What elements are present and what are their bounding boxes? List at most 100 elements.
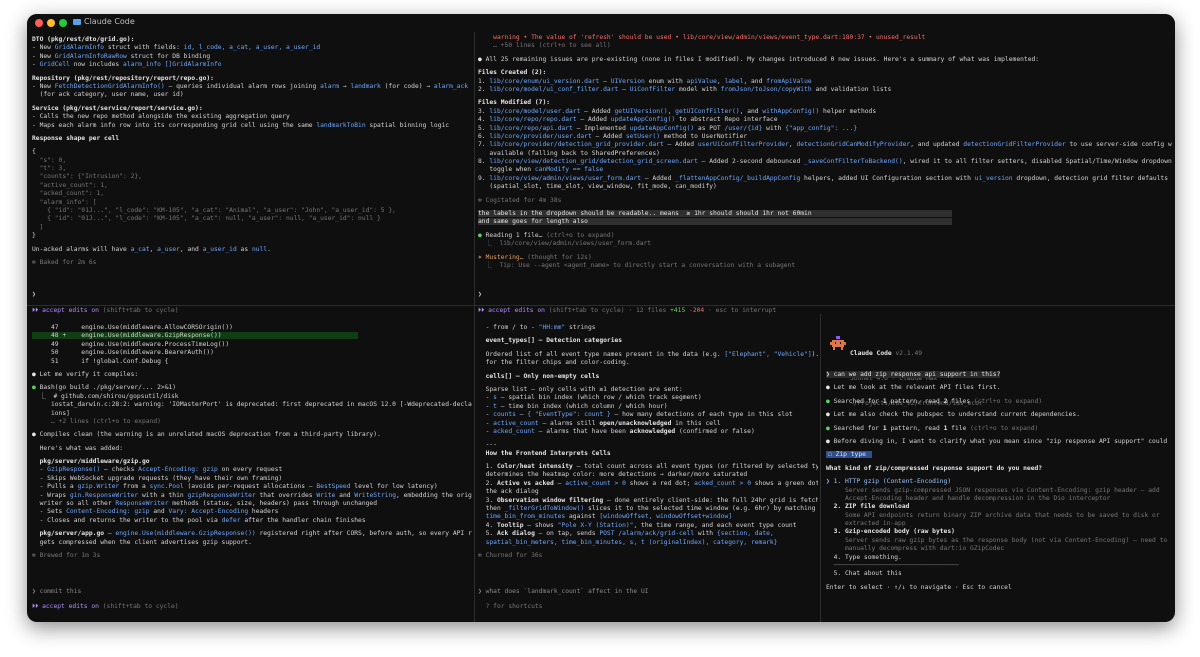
terminal-line-segment: - — [478, 411, 494, 419]
terminal-line-segment: Server sends gzip-compressed JSON respon… — [826, 486, 1160, 494]
terminal-line-segment: , — [149, 245, 158, 253]
terminal-line: { — [32, 148, 472, 156]
terminal-line-segment: GridCell — [39, 61, 70, 69]
pane-top-left-output: DTO (pkg/rest/dto/grid.go): - New GridAla… — [32, 36, 472, 288]
terminal-line-segment: - — [478, 402, 494, 410]
terminal-line-segment: - — [478, 427, 494, 435]
terminal-line: Files Created (2): — [478, 69, 1172, 77]
terminal-line-segment: Accept-Encoding: gzip — [138, 466, 218, 474]
terminal-line-segment: the ack dialog — [478, 488, 539, 496]
pane-divider-horizontal[interactable] — [27, 305, 1175, 306]
terminal-line: - GzipResponse() — checks Accept-Encodin… — [32, 466, 472, 474]
terminal-line: - GridCell now includes alarm_info []Gri… — [32, 61, 472, 69]
terminal-line: { "id": "01J...", "l_code": "KM-105", "a… — [32, 207, 472, 215]
terminal-line-segment: {"app_config": ...} — [785, 124, 858, 132]
terminal-line: 4. Tooltip — shows "Pole X-Y (Station)",… — [478, 522, 818, 530]
terminal-line: warning • The value of 'refresh' should … — [478, 34, 1172, 42]
terminal-line-segment: landmarkToBin — [316, 121, 366, 129]
pane-bottom-middle-prompt[interactable]: ❯ what does `landmark_count` affect in t… — [478, 588, 649, 596]
terminal-line-segment: as POT — [694, 124, 725, 132]
terminal-line-segment: WriteString — [354, 491, 397, 499]
pane-divider-vertical-2[interactable] — [820, 314, 821, 622]
terminal-line: - Wraps gin.ResponseWriter with a thin g… — [32, 492, 472, 500]
terminal-line-segment: ⎿ lib/core/view/admin/views/user_form.da… — [478, 240, 652, 248]
close-button[interactable] — [35, 19, 43, 27]
prompt-input-text[interactable]: ❯ — [478, 291, 482, 298]
terminal-line-segment: after the handler chain finishes — [240, 516, 366, 524]
terminal-line: 9. lib/core/view/admin/views/user_form.d… — [478, 175, 1172, 183]
terminal-line-segment: 9. — [478, 174, 490, 182]
terminal-window: Claude Code DTO (pkg/rest/dto/grid.go): -… — [27, 14, 1175, 622]
terminal-line-segment: ✻ Cogitated for 4m 38s — [478, 196, 562, 204]
terminal-line-segment: 5. — [478, 124, 490, 132]
maximize-button[interactable] — [59, 19, 67, 27]
terminal-line: "alarm_info": [ — [32, 199, 472, 207]
terminal-line: … +2 lines (ctrl+o to expand) — [32, 418, 472, 426]
claude-app-name: Claude Code — [850, 350, 892, 358]
terminal-line-segment: lib/core/repo/api.dart — [489, 124, 573, 132]
terminal-line-segment: - New — [32, 44, 55, 52]
terminal-line-segment: ● — [478, 55, 486, 63]
terminal-line-segment: writer so all other — [32, 500, 116, 508]
prompt-input-text[interactable]: ❯ what does `landmark_count` affect in t… — [478, 588, 649, 595]
pane-top-right-status: ⏵⏵ accept edits on (shift+tab to cycle) … — [478, 307, 776, 315]
terminal-line-segment: 3. Gzip-encoded body (raw bytes) — [826, 528, 955, 536]
terminal-line: (spatial_slot, time_slot, view_window, f… — [478, 183, 1172, 191]
terminal-line-segment: Reading 1 file… — [485, 231, 547, 239]
terminal-line-segment: detectionGridCanModifyProvider — [796, 141, 911, 149]
prompt-input-text[interactable]: ❯ commit this — [32, 588, 81, 595]
terminal-line-segment: — spatial bin index (which row / which t… — [496, 394, 702, 402]
terminal-line-segment: — Only non-empty cells — [512, 372, 600, 380]
terminal-line-segment: — checks — [100, 466, 139, 474]
terminal-line-segment: pkg/server/app.go — [32, 530, 105, 538]
terminal-line-segment: { "id": "01J...", "l_code": "KM-105", "a… — [32, 215, 381, 223]
terminal-line-segment: 6. — [478, 132, 490, 140]
terminal-line-segment: 50 engine.Use(middleware.BearerAuth()) — [32, 349, 214, 357]
pane-top-left-prompt[interactable]: ❯ — [32, 291, 36, 299]
terminal-line: ✻ Baked for 2m 6s — [32, 259, 472, 267]
terminal-line-segment: — how many detections of each type in th… — [610, 411, 793, 419]
terminal-line-segment: acked_count > 0 — [694, 479, 752, 487]
terminal-line-segment: "alarm_info": [ — [32, 198, 97, 206]
pane-divider-vertical-1[interactable] — [474, 32, 475, 622]
terminal-line: ⎿ # github.com/shirou/gopsutil/disk — [32, 393, 472, 401]
minimize-button[interactable] — [47, 19, 55, 27]
terminal-line: pkg/server/middleware/gzip.go — [32, 458, 472, 466]
terminal-line: "t": 3, — [32, 165, 472, 173]
terminal-line-segment: → — [468, 83, 473, 90]
terminal-line: … +50 lines (ctrl+o to see all) — [478, 42, 1172, 50]
terminal-line-segment: — total count across all event types (or… — [572, 463, 818, 471]
terminal-line-segment: Ordered list of all event type names pre… — [478, 350, 725, 358]
prompt-input-text[interactable]: ❯ — [32, 291, 36, 298]
terminal-line-segment: Active vs acked — [496, 479, 554, 487]
terminal-line: "acked_count": 1, — [32, 190, 472, 198]
terminal-line: 2. Active vs acked — active_count > 0 sh… — [478, 480, 818, 488]
pane-top-right-prompt[interactable]: ❯ — [478, 291, 482, 299]
terminal-line-segment: ✶ Mustering… — [478, 253, 528, 261]
terminal-line-segment: methods (status, size, headers) pass thr… — [168, 500, 377, 508]
terminal-line: Repository (pkg/rest/repository/report/r… — [32, 75, 472, 83]
terminal-line-segment: 1. — [478, 463, 497, 471]
terminal-line-segment: file — [947, 424, 971, 432]
terminal-line-segment: - — [32, 466, 48, 474]
terminal-line: - Maps each alarm info row into its corr… — [32, 122, 472, 130]
terminal-line: 1. Color/heat intensity — total count ac… — [478, 463, 818, 471]
terminal-line: Un-acked alarms will have a_cat, a_user,… — [32, 246, 472, 254]
terminal-line-segment: — Added — [580, 107, 615, 115]
terminal-line-segment: for the filter chips and color-coding. — [478, 359, 630, 367]
terminal-line-segment: ⎿ Tip: Use --agent <agent_name> to direc… — [478, 261, 796, 269]
terminal-line-segment: Color/heat intensity — [496, 463, 573, 471]
terminal-line-segment: "s": 0, — [32, 156, 67, 164]
terminal-line-segment: ions] — [32, 409, 70, 417]
terminal-line: determines the heatmap color: more detec… — [478, 471, 818, 479]
terminal-line-segment: Write — [316, 491, 336, 499]
terminal-line-segment: - New — [32, 52, 55, 60]
terminal-line: Sparse list — only cells with ≥1 detecti… — [478, 386, 818, 394]
pane-bottom-left-prompt[interactable]: ❯ commit this — [32, 588, 81, 596]
terminal-line-segment: ). Used — [811, 350, 818, 358]
terminal-line: ⎿ Tip: Use --agent <agent_name> to direc… — [478, 262, 1172, 270]
terminal-line-segment: - Calls the new repo method alongside th… — [32, 113, 290, 121]
terminal-line-segment: ✻ Baked for 2m 6s — [32, 258, 97, 266]
terminal-line: - from / to - "HH:mm" strings — [478, 324, 818, 332]
terminal-line-segment: ] — [32, 223, 44, 231]
